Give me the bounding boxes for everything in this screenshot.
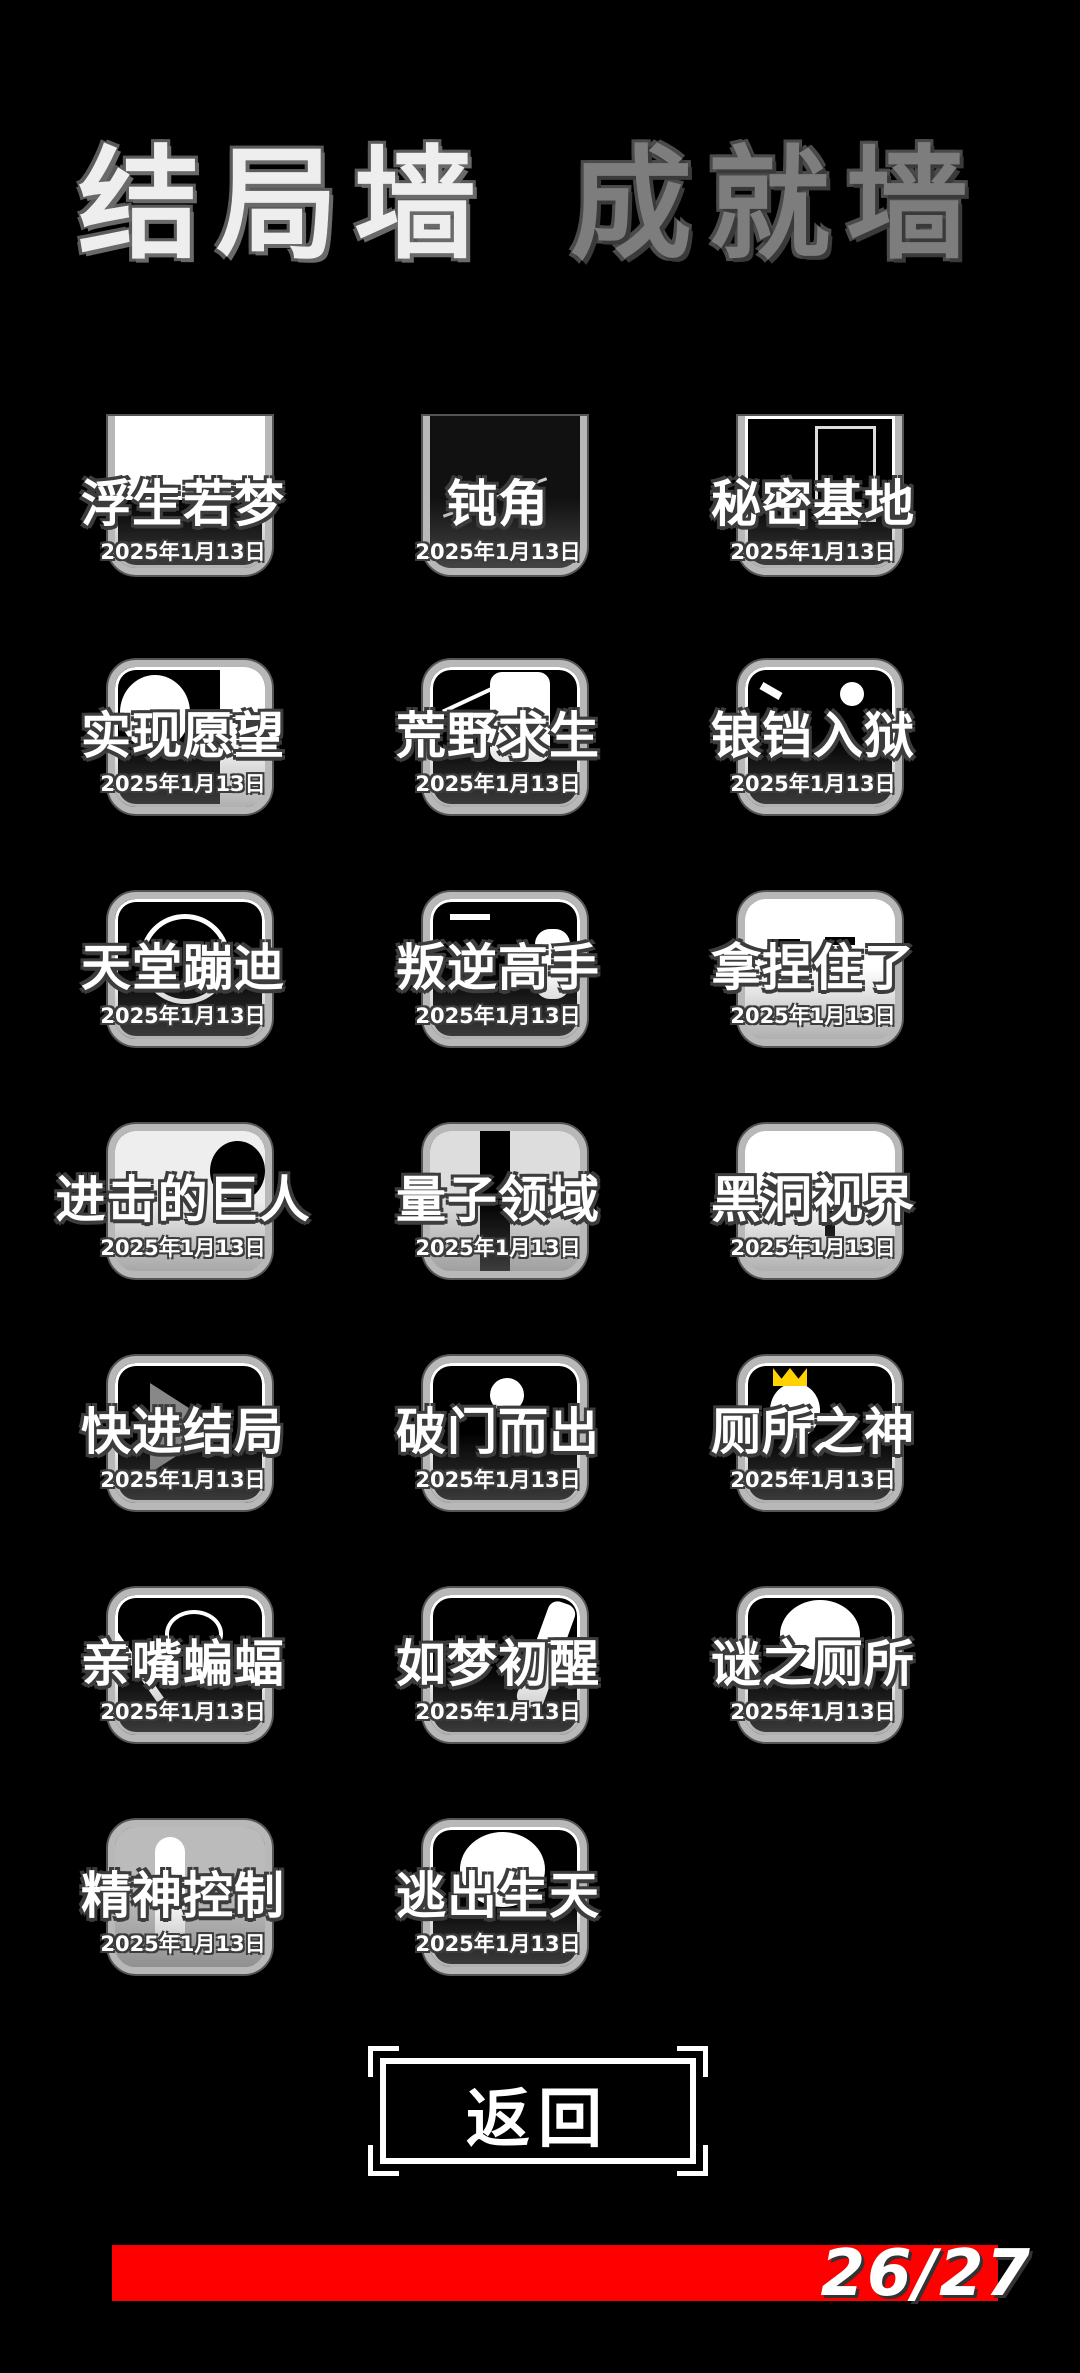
ending-date: 2025年1月13日 <box>100 1236 266 1260</box>
progress-count: 26/27 <box>820 2237 1032 2311</box>
ending-date: 2025年1月13日 <box>100 772 266 796</box>
ending-card[interactable]: 拿捏住了 2025年1月13日 <box>698 892 928 1092</box>
ending-date: 2025年1月13日 <box>100 540 266 564</box>
ending-title: 量子领域 <box>396 1171 600 1229</box>
ending-date: 2025年1月13日 <box>730 1468 896 1492</box>
back-button[interactable]: 返回 <box>368 2046 708 2176</box>
tab-achievement-wall[interactable]: 成就墙 <box>570 130 984 280</box>
ending-card[interactable]: 锒铛入狱 2025年1月13日 <box>698 660 928 860</box>
ending-date: 2025年1月13日 <box>730 1236 896 1260</box>
ending-title: 实现愿望 <box>81 707 285 765</box>
ending-card[interactable]: 快进结局 2025年1月13日 <box>68 1356 298 1556</box>
ending-title: 亲嘴蝙蝠 <box>81 1635 285 1693</box>
ending-card[interactable]: 荒野求生 2025年1月13日 <box>383 660 613 860</box>
ending-date: 2025年1月13日 <box>100 1004 266 1028</box>
ending-title: 如梦初醒 <box>396 1635 600 1693</box>
ending-title: 破门而出 <box>396 1403 600 1461</box>
ending-card[interactable]: 秘密基地 2025年1月13日 <box>698 416 928 628</box>
ending-card[interactable]: 谜之厕所 2025年1月13日 <box>698 1588 928 1788</box>
ending-title: 荒野求生 <box>396 707 600 765</box>
ending-date: 2025年1月13日 <box>730 772 896 796</box>
ending-title: 厕所之神 <box>711 1403 915 1461</box>
ending-card[interactable]: 亲嘴蝙蝠 2025年1月13日 <box>68 1588 298 1788</box>
ending-title: 黑洞视界 <box>711 1171 915 1229</box>
wall-tabs: 结局墙 成就墙 <box>0 130 1080 280</box>
ending-card[interactable]: 破门而出 2025年1月13日 <box>383 1356 613 1556</box>
ending-card[interactable]: 精神控制 2025年1月13日 <box>68 1820 298 2020</box>
ending-date: 2025年1月13日 <box>100 1468 266 1492</box>
ending-title: 精神控制 <box>81 1867 285 1925</box>
ending-date: 2025年1月13日 <box>415 540 581 564</box>
ending-date: 2025年1月13日 <box>730 540 896 564</box>
ending-title: 拿捏住了 <box>711 939 915 997</box>
back-button-label: 返回 <box>466 2083 610 2157</box>
ending-date: 2025年1月13日 <box>100 1700 266 1724</box>
ending-title: 进击的巨人 <box>55 1171 311 1229</box>
ending-card[interactable]: 进击的巨人 2025年1月13日 <box>56 1124 310 1324</box>
ending-date: 2025年1月13日 <box>100 1932 266 1956</box>
ending-date: 2025年1月13日 <box>415 1700 581 1724</box>
ending-date: 2025年1月13日 <box>730 1004 896 1028</box>
ending-title: 浮生若梦 <box>81 475 285 533</box>
ending-title: 谜之厕所 <box>711 1635 915 1693</box>
ending-card[interactable]: 如梦初醒 2025年1月13日 <box>383 1588 613 1788</box>
ending-card[interactable]: 逃出生天 2025年1月13日 <box>383 1820 613 2020</box>
ending-title: 叛逆高手 <box>396 939 600 997</box>
ending-date: 2025年1月13日 <box>415 1236 581 1260</box>
ending-card[interactable]: 叛逆高手 2025年1月13日 <box>383 892 613 1092</box>
ending-title: 逃出生天 <box>396 1867 600 1925</box>
ending-card[interactable]: 天堂蹦迪 2025年1月13日 <box>68 892 298 1092</box>
ending-title: 天堂蹦迪 <box>81 939 285 997</box>
ending-card[interactable]: 黑洞视界 2025年1月13日 <box>698 1124 928 1324</box>
ending-title: 快进结局 <box>81 1403 285 1461</box>
ending-date: 2025年1月13日 <box>415 772 581 796</box>
ending-card[interactable]: 浮生若梦 2025年1月13日 <box>68 416 298 628</box>
tab-ending-wall[interactable]: 结局墙 <box>78 130 492 280</box>
ending-date: 2025年1月13日 <box>415 1468 581 1492</box>
ending-card[interactable]: 实现愿望 2025年1月13日 <box>68 660 298 860</box>
ending-title: 钝角 <box>447 475 549 533</box>
ending-date: 2025年1月13日 <box>415 1004 581 1028</box>
ending-title: 秘密基地 <box>711 475 915 533</box>
ending-date: 2025年1月13日 <box>415 1932 581 1956</box>
ending-card[interactable]: 钝角 2025年1月13日 <box>383 416 613 628</box>
ending-card[interactable]: 量子领域 2025年1月13日 <box>383 1124 613 1324</box>
ending-card[interactable]: 厕所之神 2025年1月13日 <box>698 1356 928 1556</box>
unlock-progress: 26/27 <box>112 2237 1032 2311</box>
ending-title: 锒铛入狱 <box>711 707 915 765</box>
ending-date: 2025年1月13日 <box>730 1700 896 1724</box>
